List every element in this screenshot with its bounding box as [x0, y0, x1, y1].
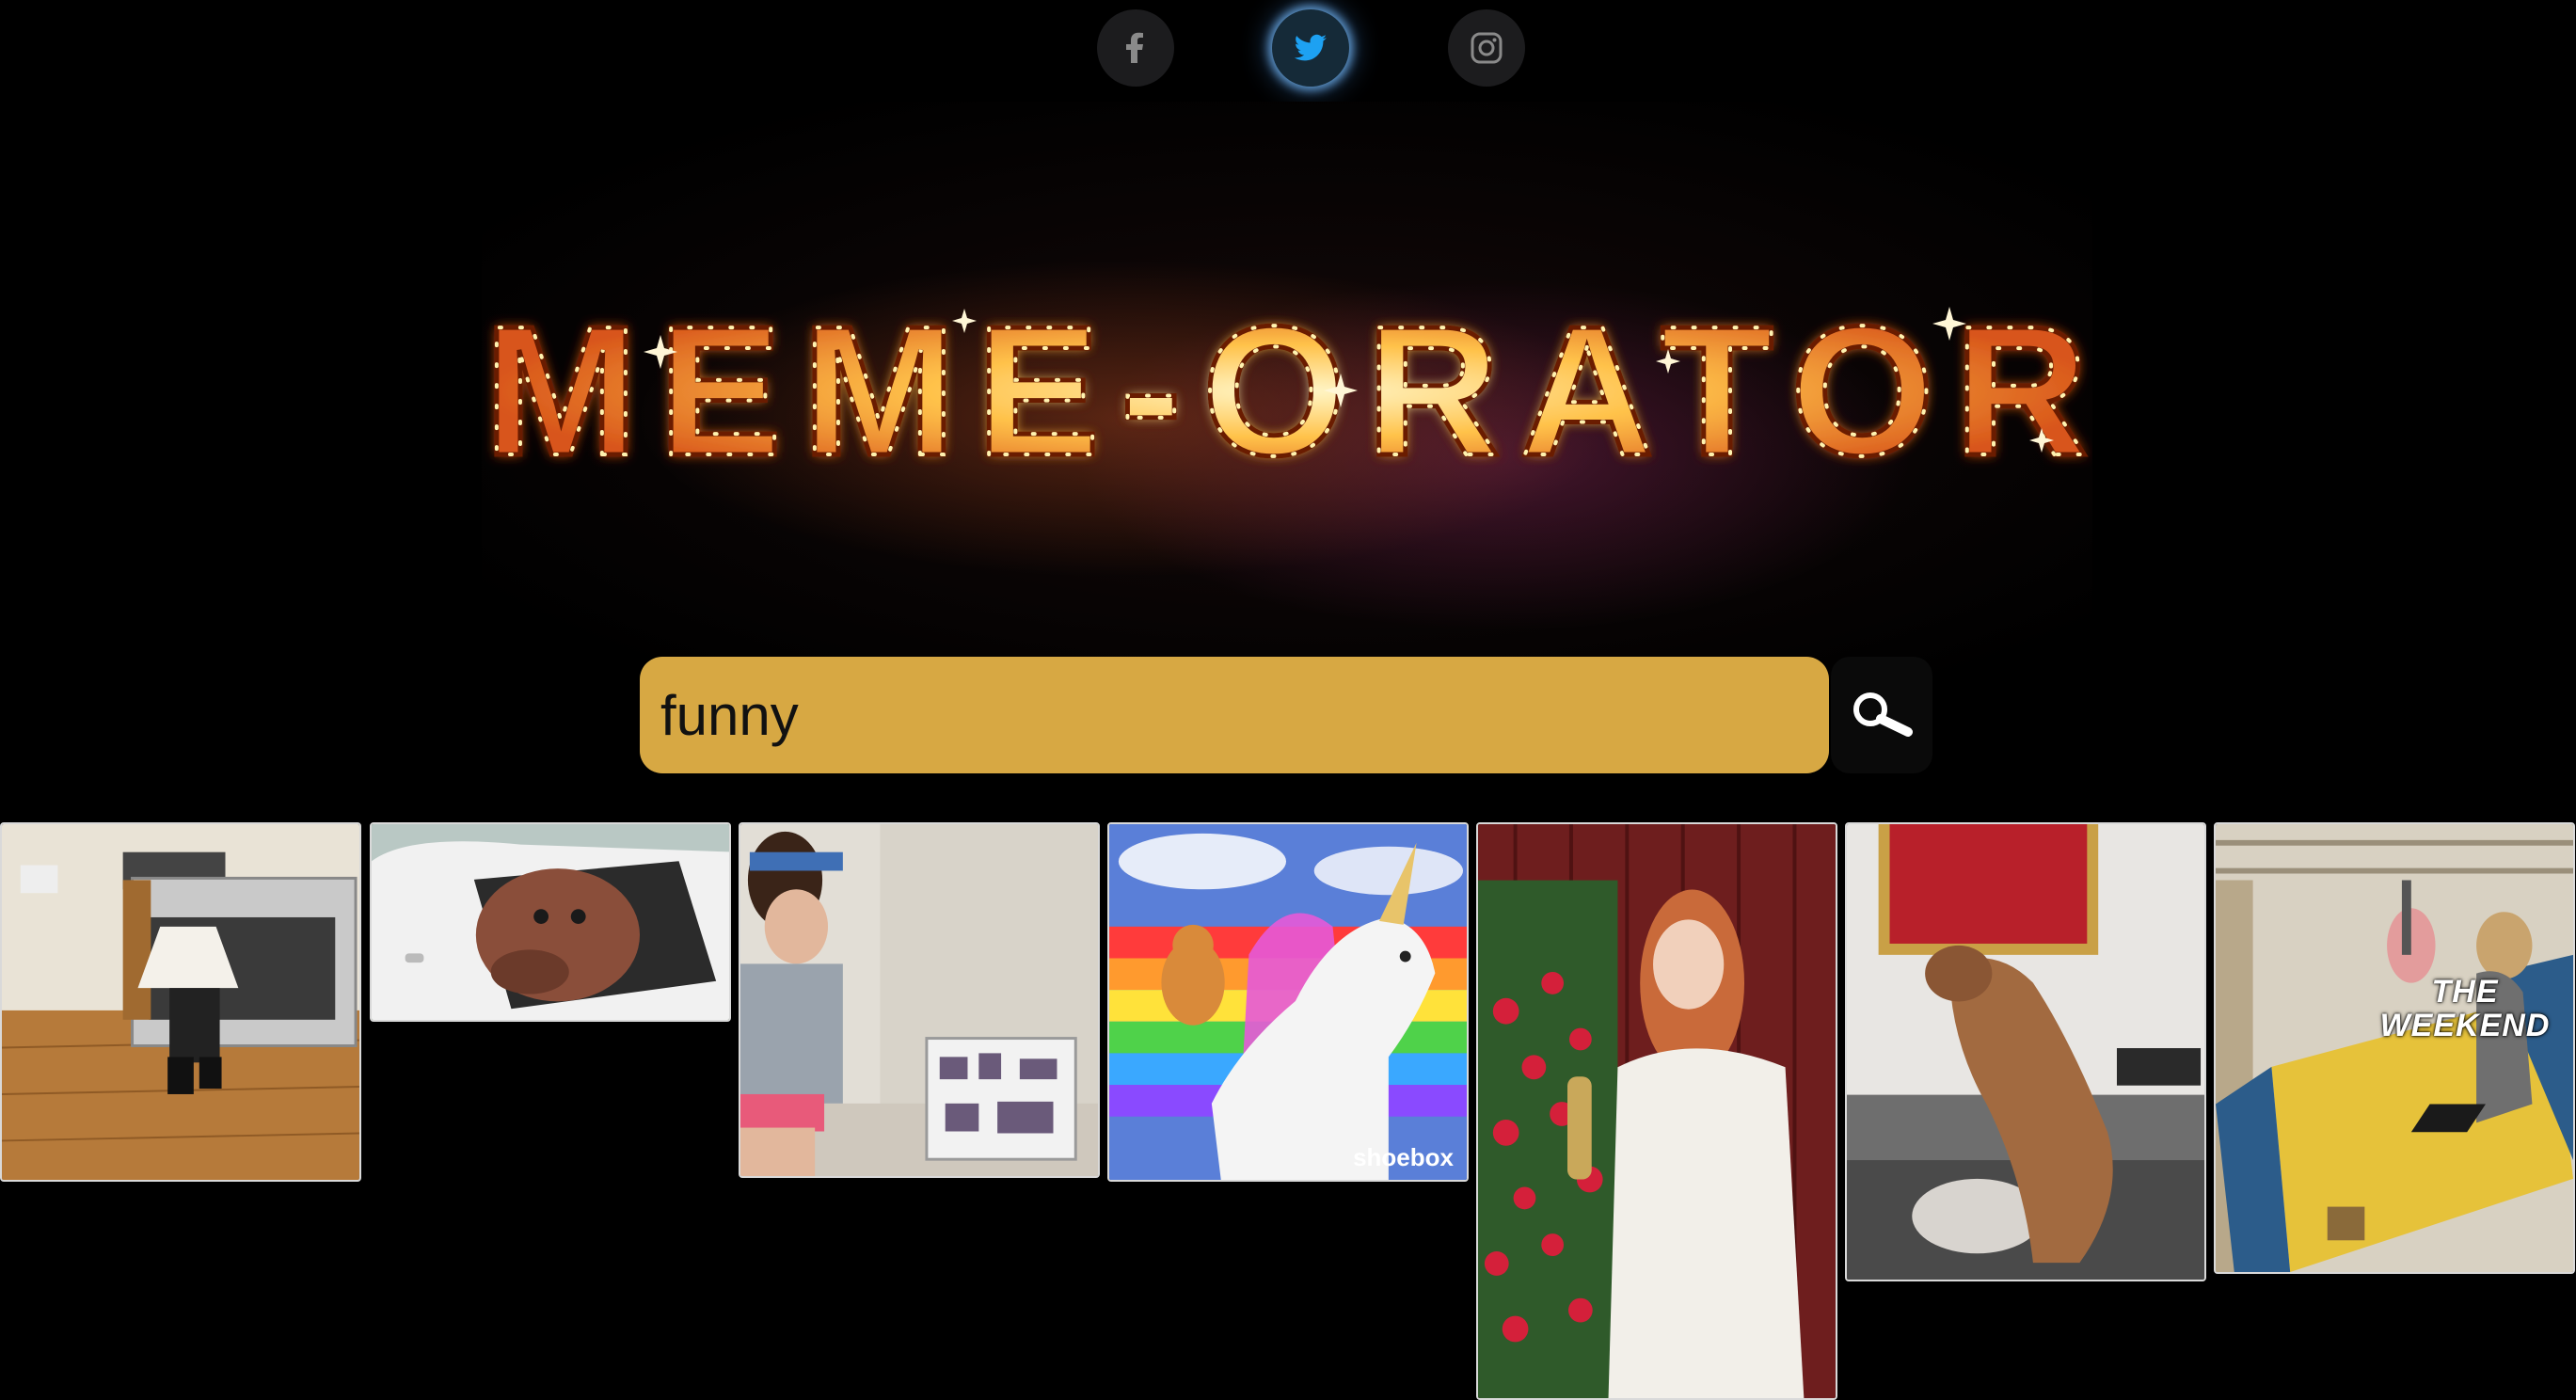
gif-result-3[interactable]	[739, 822, 1100, 1178]
instagram-button[interactable]	[1448, 9, 1525, 87]
facebook-icon	[1126, 32, 1143, 63]
overlay-line-1: THE	[2431, 974, 2499, 1010]
tile-overlay-text: THE WEEKEND	[2216, 975, 2573, 1042]
overlay-line-2: WEEKEND	[2379, 1008, 2551, 1043]
instagram-icon	[1471, 32, 1503, 64]
gif-result-image	[2216, 824, 2573, 1272]
twitter-button[interactable]	[1272, 9, 1349, 87]
app-root: MEME-ORATOR MEME-ORATOR funny shoebox TH…	[0, 0, 2576, 1400]
gif-result-image	[372, 824, 729, 1020]
search-input[interactable]	[640, 657, 1829, 773]
gif-result-image	[2, 824, 359, 1180]
gif-result-image	[1478, 824, 1836, 1398]
gif-result-2[interactable]	[370, 822, 731, 1022]
search-button[interactable]	[1831, 657, 1932, 773]
gif-result-4[interactable]: shoebox	[1107, 822, 1469, 1182]
gif-result-5[interactable]	[1476, 822, 1837, 1400]
logo-bulbs: MEME-ORATOR	[485, 288, 2092, 494]
search-icon	[1853, 692, 1913, 737]
twitter-icon	[1294, 34, 1327, 61]
gif-result-7[interactable]: THE WEEKEND	[2214, 822, 2575, 1274]
tile-caption: shoebox	[1353, 1143, 1454, 1171]
gif-result-1[interactable]	[0, 822, 361, 1182]
facebook-button[interactable]	[1097, 9, 1174, 87]
gif-result-image	[1847, 824, 2204, 1280]
gif-result-image	[740, 824, 1098, 1176]
banner-art: MEME-ORATOR MEME-ORATOR	[482, 286, 2092, 497]
gif-result-6[interactable]	[1845, 822, 2206, 1281]
banner: MEME-ORATOR MEME-ORATOR	[482, 102, 2092, 711]
gif-result-image	[1109, 824, 1467, 1180]
